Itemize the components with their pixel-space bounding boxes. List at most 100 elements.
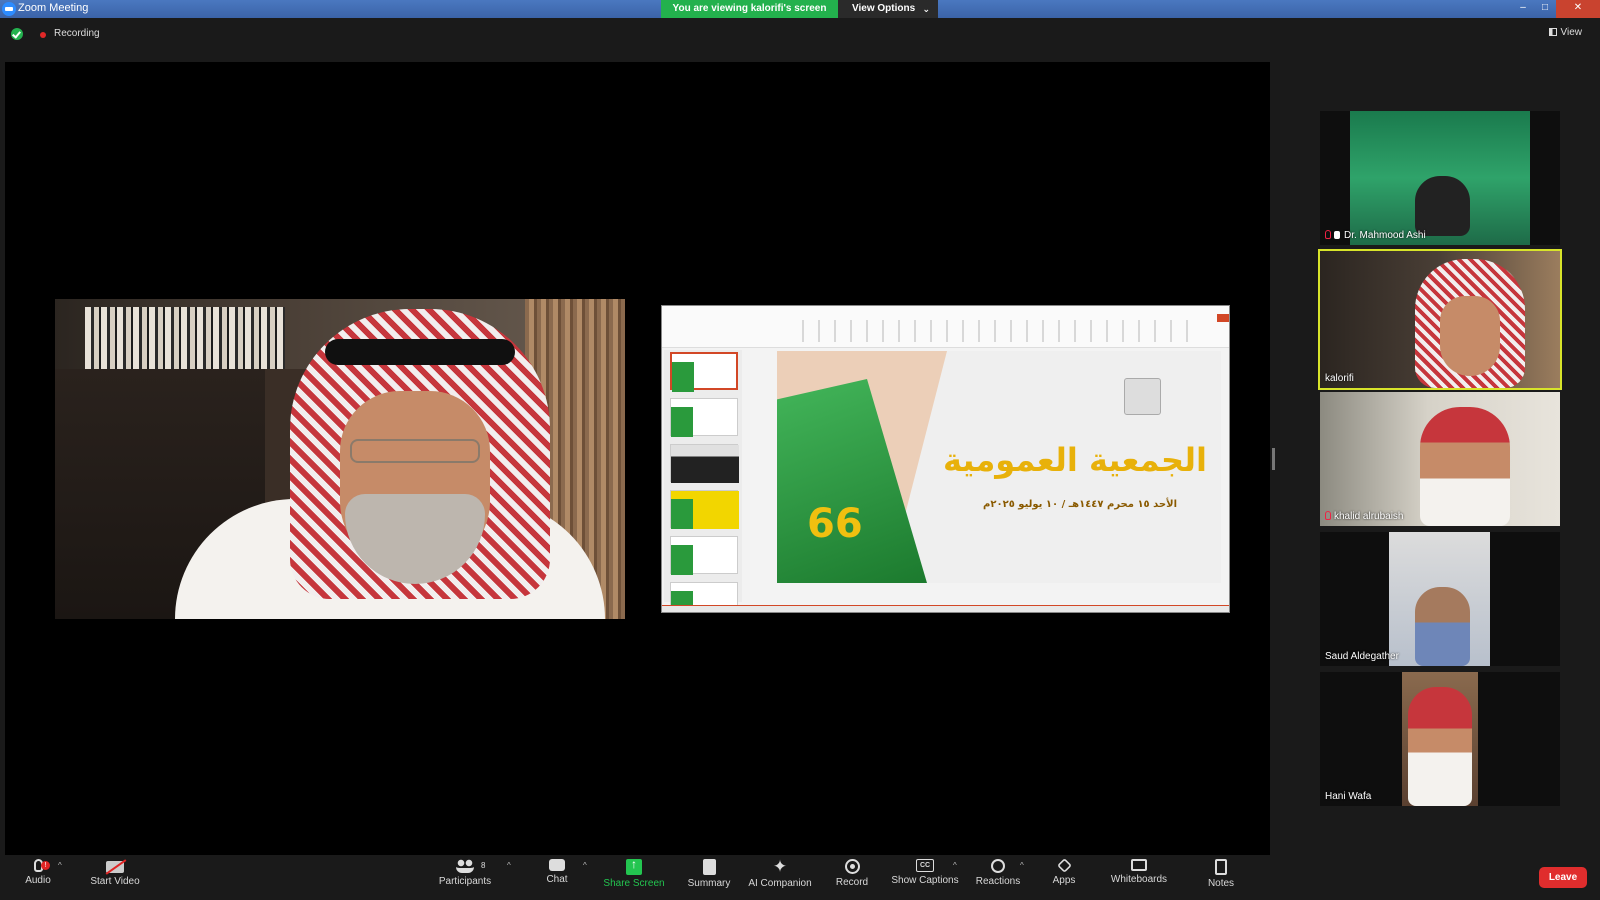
audio-label: Audio (25, 875, 51, 886)
powerpoint-ribbon (662, 306, 1229, 348)
start-video-label: Start Video (90, 876, 140, 887)
share-screen-icon (626, 857, 642, 875)
closed-captions-icon: CC (916, 859, 934, 872)
audio-options-caret-icon[interactable]: ^ (58, 861, 62, 870)
sparkle-icon: ✦ (772, 857, 788, 876)
summary-button[interactable]: Summary (669, 859, 749, 889)
participant-tile[interactable]: Saud Aldegather (1320, 532, 1560, 666)
notes-label: Notes (1207, 878, 1235, 889)
share-screen-button[interactable]: Share Screen (594, 857, 674, 889)
chat-options-caret-icon[interactable]: ^ (583, 861, 587, 870)
pin-icon (1334, 231, 1340, 239)
window-title: Zoom Meeting (18, 2, 89, 14)
shared-screen[interactable]: 66 الجمعية العمومية الأحد ١٥ محرم ١٤٤٧هـ… (661, 305, 1230, 613)
ai-companion-button[interactable]: ✦ AI Companion (740, 857, 820, 889)
ribbon-controls (802, 320, 1202, 342)
whiteboards-label: Whiteboards (1110, 874, 1168, 885)
recording-dot-icon (40, 32, 46, 38)
participant-name: Hani Wafa (1325, 791, 1372, 802)
record-icon (844, 859, 860, 874)
ai-companion-label: AI Companion (748, 878, 812, 889)
summary-document-icon (702, 859, 716, 875)
participant-name: Dr. Mahmood Ashi (1344, 230, 1426, 241)
slide-thumbnail (670, 444, 739, 483)
layout-grid-icon (1548, 28, 1557, 36)
participant-silhouette (1408, 687, 1472, 806)
participants-count: 8 (481, 861, 486, 870)
share-screen-label: Share Screen (603, 878, 665, 889)
maximize-button[interactable]: □ (1534, 0, 1556, 18)
apps-button[interactable]: Apps (1024, 858, 1104, 886)
participant-silhouette (1415, 176, 1470, 236)
participant-name-row: khalid alrubaish (1325, 511, 1404, 522)
start-video-button[interactable]: Start Video (75, 859, 155, 887)
view-button[interactable]: View (1548, 27, 1582, 38)
participants-button[interactable]: 8 Participants ^ (425, 859, 511, 887)
slide-thumbnail (670, 490, 739, 529)
notes-button[interactable]: Notes (1181, 859, 1261, 889)
participants-icon (456, 859, 474, 873)
zoom-window: Zoom Meeting You are viewing kalorifi's … (0, 0, 1600, 900)
slide-thumbnail (670, 352, 738, 392)
captions-options-caret-icon[interactable]: ^ (953, 861, 957, 870)
participant-silhouette (1420, 407, 1510, 526)
agal (325, 339, 515, 365)
view-options-button[interactable]: View Options ⌄ (838, 0, 938, 18)
emoji-reaction-icon (991, 859, 1005, 873)
participant-tile-active[interactable]: kalorifi (1318, 249, 1562, 390)
show-captions-label: Show Captions (891, 875, 959, 886)
participant-name-row: Dr. Mahmood Ashi (1325, 230, 1426, 241)
split-view-handle[interactable] (1272, 448, 1275, 470)
participant-name: Saud Aldegather (1325, 651, 1399, 662)
chat-label: Chat (546, 874, 568, 885)
ribbon-tab (1217, 314, 1229, 322)
view-options-label: View Options (852, 3, 916, 14)
recording-indicator[interactable]: Recording (54, 28, 100, 39)
meeting-info-bar: Recording View (0, 18, 1600, 62)
participant-silhouette (1415, 587, 1470, 666)
participant-face (1440, 296, 1500, 376)
apps-label: Apps (1052, 875, 1076, 886)
show-captions-button[interactable]: CC Show Captions ^ (885, 859, 965, 886)
leave-button[interactable]: Leave (1539, 867, 1587, 888)
slide-title: الجمعية العمومية (942, 441, 1207, 479)
participants-label: Participants (438, 876, 492, 887)
window-controls: – □ ✕ (1512, 0, 1600, 18)
video-off-icon (106, 861, 124, 873)
books (85, 307, 285, 369)
participant-tile[interactable]: khalid alrubaish (1320, 392, 1560, 526)
chevron-down-icon: ⌄ (922, 4, 930, 14)
close-button[interactable]: ✕ (1556, 0, 1600, 18)
participants-options-caret-icon[interactable]: ^ (507, 861, 511, 870)
audio-button[interactable]: ! Audio ^ (0, 859, 78, 886)
minimize-button[interactable]: – (1512, 0, 1534, 18)
record-label: Record (835, 877, 869, 888)
mic-muted-icon (1325, 230, 1331, 239)
powerpoint-status-bar (662, 605, 1229, 612)
shield-check-icon[interactable] (11, 28, 23, 40)
meeting-toolbar: ! Audio ^ Start Video 8 Participants ^ C… (0, 855, 1600, 900)
summary-label: Summary (687, 878, 731, 889)
slide-thumbnail (670, 536, 738, 575)
zoom-app-icon (2, 2, 16, 16)
participant-tile[interactable]: Dr. Mahmood Ashi (1320, 111, 1560, 245)
record-button[interactable]: Record (812, 859, 892, 888)
slide-subtitle: الأحد ١٥ محرم ١٤٤٧هـ / ١٠ يوليو ٢٠٢٥م (983, 499, 1177, 510)
apps-icon (1056, 858, 1072, 873)
current-slide: 66 الجمعية العمومية الأحد ١٥ محرم ١٤٤٧هـ… (777, 351, 1221, 583)
chat-button[interactable]: Chat ^ (517, 859, 597, 885)
chat-bubble-icon (549, 859, 565, 871)
whiteboards-button[interactable]: Whiteboards (1099, 859, 1179, 885)
mic-muted-icon (1325, 511, 1331, 520)
speaker-video[interactable] (55, 299, 625, 619)
participant-name: khalid alrubaish (1334, 511, 1404, 522)
participant-tile[interactable]: Hani Wafa (1320, 672, 1560, 806)
title-bar: Zoom Meeting You are viewing kalorifi's … (0, 0, 1600, 18)
participant-name: kalorifi (1325, 373, 1354, 384)
whiteboard-icon (1131, 859, 1147, 871)
audio-alert-badge: ! (41, 861, 50, 870)
slide-thumbnail (670, 398, 738, 437)
glasses (350, 439, 480, 463)
organization-logo (1124, 378, 1161, 415)
slide-thumbnails (664, 350, 742, 612)
